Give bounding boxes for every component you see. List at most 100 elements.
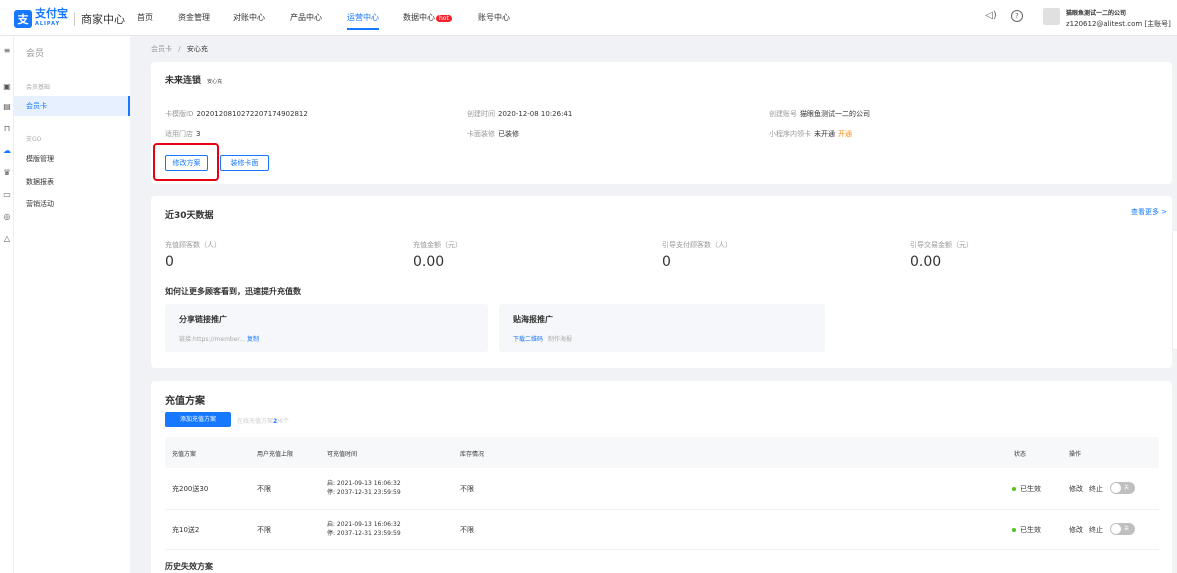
crown-icon[interactable]: ♛ bbox=[2, 168, 12, 178]
share-link-title: 分享链接推广 bbox=[179, 315, 227, 324]
edit-link[interactable]: 修改 bbox=[1069, 484, 1083, 494]
breadcrumb-current: 安心充 bbox=[186, 45, 208, 53]
nav-operations[interactable]: 运营中心 bbox=[347, 12, 379, 30]
online-plan-label: 在线充值方案 bbox=[237, 418, 274, 425]
online-plan-count: 在线充值方案2/6个 bbox=[237, 416, 289, 425]
breadcrumb-separator: / bbox=[178, 45, 181, 53]
bell-icon[interactable]: △ bbox=[2, 234, 12, 244]
avatar[interactable] bbox=[1043, 8, 1060, 25]
stop-link[interactable]: 终止 bbox=[1089, 484, 1103, 494]
stores-row: 适用门店 3 bbox=[165, 129, 200, 139]
decorate-card-button[interactable]: 装修卡面 bbox=[220, 155, 269, 171]
toggle-label: 关 bbox=[1124, 485, 1130, 491]
history-plans-title: 历史失效方案 bbox=[165, 562, 213, 571]
toggle-knob bbox=[1111, 483, 1121, 493]
created-time-value: 2020-12-08 10:26:41 bbox=[498, 110, 573, 118]
creator-label: 创建账号 bbox=[769, 110, 797, 118]
table-cell-time: 启: 2021-09-13 16:06:32 停: 2037-12-31 23:5… bbox=[327, 479, 401, 497]
stat-label-guided-amount: 引导交易金额（元） bbox=[910, 241, 973, 249]
nav-reconciliation[interactable]: 对账中心 bbox=[233, 12, 265, 23]
menu-icon[interactable]: ≡ bbox=[2, 46, 12, 56]
edit-link[interactable]: 修改 bbox=[1069, 525, 1083, 535]
online-plan-total: /6个 bbox=[277, 418, 290, 425]
stat-value-recharge-customers: 0 bbox=[165, 254, 174, 270]
card-stats-panel: 近30天数据 充值顾客数（人） 0 充值金额（元） 0.00 引导支付顾客数（人… bbox=[151, 196, 1172, 368]
row-divider bbox=[166, 549, 1159, 550]
col-header-stock: 库存情况 bbox=[460, 451, 485, 458]
mini-program-label: 小程序内领卡 bbox=[769, 130, 811, 138]
sidebar-item-member-card[interactable]: 会员卡 bbox=[14, 96, 130, 116]
doc-icon[interactable]: ▤ bbox=[2, 102, 12, 112]
status-text: 已生效 bbox=[1020, 485, 1041, 493]
status-dot bbox=[1012, 528, 1016, 532]
account-company: 猫眼鱼测试一二的公司 bbox=[1066, 10, 1127, 17]
col-header-plan: 充值方案 bbox=[172, 451, 197, 458]
make-poster-link[interactable]: 制作海报 bbox=[548, 336, 572, 343]
decor-row: 卡面装修 已装修 bbox=[467, 129, 519, 139]
toggle-label: 关 bbox=[1124, 526, 1130, 532]
enable-mini-program-link[interactable]: 开通 bbox=[838, 130, 852, 138]
creator-row: 创建账号 猫眼鱼测试一二的公司 bbox=[769, 109, 870, 119]
plans-title: 充值方案 bbox=[165, 396, 205, 407]
speaker-icon[interactable]: ◁) bbox=[985, 10, 997, 22]
sidebar-item-templates[interactable]: 模版管理 bbox=[14, 149, 130, 169]
breadcrumb-parent[interactable]: 会员卡 bbox=[151, 45, 172, 53]
col-header-limit: 用户充值上限 bbox=[257, 451, 294, 458]
time-end: 停: 2037-12-31 23:59:59 bbox=[327, 530, 401, 537]
poster-promo: 贴海报推广 下载二维码 制作海报 bbox=[499, 304, 825, 352]
stat-value-guided-customers: 0 bbox=[662, 254, 671, 270]
stat-label-guided-customers: 引导支付顾客数（人） bbox=[662, 241, 732, 249]
created-time-row: 创建时间 2020-12-08 10:26:41 bbox=[467, 109, 572, 119]
account-email: z120612@alitest.com [主账号] bbox=[1066, 20, 1171, 28]
help-icon[interactable]: ? bbox=[1011, 10, 1023, 22]
stop-link[interactable]: 终止 bbox=[1089, 525, 1103, 535]
creator-value: 猫眼鱼测试一二的公司 bbox=[800, 110, 870, 118]
table-cell-time: 启: 2021-09-13 16:06:32 停: 2037-12-31 23:5… bbox=[327, 520, 401, 538]
stat-value-recharge-amount: 0.00 bbox=[413, 254, 445, 270]
shop-icon[interactable]: ▣ bbox=[2, 82, 12, 92]
cart-icon[interactable]: ⊓ bbox=[2, 124, 12, 134]
decor-value: 已装修 bbox=[498, 130, 519, 138]
medal-icon[interactable]: ◎ bbox=[2, 212, 12, 222]
download-qrcode-link[interactable]: 下载二维码 bbox=[513, 336, 543, 343]
table-cell-stock: 不限 bbox=[460, 526, 474, 534]
copy-link[interactable]: 复制 bbox=[247, 336, 259, 343]
view-more-link[interactable]: 查看更多 > bbox=[1131, 207, 1167, 217]
nav-account[interactable]: 账号中心 bbox=[478, 12, 510, 23]
sidebar: 会员 会员基础 会员卡 支GO 模版管理 数据报表 营销活动 bbox=[14, 36, 130, 573]
sidebar-group-basic: 会员基础 bbox=[26, 84, 51, 91]
table-cell-limit: 不限 bbox=[257, 485, 271, 493]
card-icon[interactable]: ▭ bbox=[2, 190, 12, 200]
promo-heading: 如何让更多顾客看到，迅速提升充值数 bbox=[165, 287, 301, 296]
alipay-logo-icon: 支 bbox=[14, 10, 32, 28]
stat-label-recharge-amount: 充值金额（元） bbox=[413, 241, 462, 249]
nav-data[interactable]: 数据中心 hot bbox=[403, 12, 452, 23]
share-link-url: 链接:https://member... bbox=[179, 336, 246, 343]
table-cell-stock: 不限 bbox=[460, 485, 474, 493]
nav-products[interactable]: 产品中心 bbox=[290, 12, 322, 23]
sidebar-item-marketing[interactable]: 营销活动 bbox=[14, 194, 130, 214]
alipay-logo[interactable]: 支 支付宝 ALIPAY 商家中心 bbox=[14, 8, 125, 30]
plan-toggle[interactable]: 关 bbox=[1110, 523, 1135, 535]
stats-title: 近30天数据 bbox=[165, 211, 214, 221]
modify-plan-button[interactable]: 修改方案 bbox=[165, 155, 208, 171]
nav-home[interactable]: 首页 bbox=[137, 12, 153, 23]
nav-data-label: 数据中心 bbox=[403, 13, 435, 22]
template-id-row: 卡模版ID 20201208102722071749​02812 bbox=[165, 109, 308, 119]
stat-label-recharge-customers: 充值顾客数（人） bbox=[165, 241, 221, 249]
card-name: 未来连锁 bbox=[165, 76, 202, 86]
logo-subtext: ALIPAY bbox=[35, 21, 61, 27]
plan-toggle[interactable]: 关 bbox=[1110, 482, 1135, 494]
add-plan-button[interactable]: 添加充值方案 bbox=[165, 412, 231, 427]
template-id-value: 20201208102722071749​02812 bbox=[196, 110, 308, 118]
cloud-icon[interactable]: ☁ bbox=[2, 146, 12, 156]
nav-funds[interactable]: 资金管理 bbox=[178, 12, 210, 23]
sidebar-item-reports[interactable]: 数据报表 bbox=[14, 172, 130, 192]
time-start: 启: 2021-09-13 16:06:32 bbox=[327, 480, 401, 487]
poster-title: 贴海报推广 bbox=[513, 315, 553, 324]
decor-label: 卡面装修 bbox=[467, 130, 495, 138]
account-info[interactable]: 猫眼鱼测试一二的公司 z120612@alitest.com [主账号] bbox=[1066, 8, 1171, 30]
table-cell-limit: 不限 bbox=[257, 526, 271, 534]
table-header bbox=[165, 437, 1159, 468]
toggle-knob bbox=[1111, 524, 1121, 534]
